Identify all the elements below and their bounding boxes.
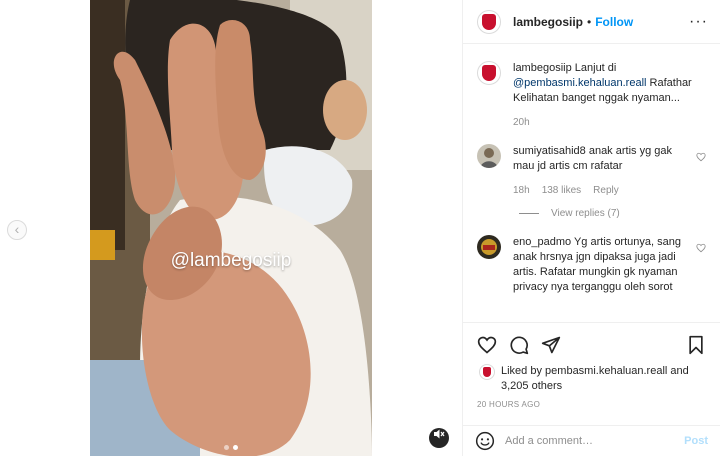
comment-username[interactable]: sumiyatisahid8 bbox=[513, 145, 586, 157]
bookmark-icon[interactable] bbox=[684, 333, 708, 357]
comments-list[interactable]: lambegosiip Lanjut di @pembasmi.kehaluan… bbox=[463, 45, 720, 322]
chevron-left-icon[interactable]: ‹ bbox=[7, 220, 27, 240]
avatar[interactable] bbox=[479, 364, 495, 380]
avatar[interactable] bbox=[477, 235, 501, 259]
avatar[interactable] bbox=[477, 61, 501, 85]
post-button[interactable]: Post bbox=[684, 435, 708, 447]
liked-by-user[interactable]: pembasmi.kehaluan.reall bbox=[545, 365, 667, 377]
comment-time[interactable]: 18h bbox=[513, 183, 530, 198]
heart-icon[interactable] bbox=[475, 333, 499, 357]
comment-icon[interactable] bbox=[507, 333, 531, 357]
header-separator: • bbox=[587, 14, 592, 29]
carousel-dot-active bbox=[233, 445, 238, 450]
caption-time[interactable]: 20h bbox=[513, 115, 530, 130]
caption-username[interactable]: lambegosiip bbox=[513, 62, 572, 74]
avatar[interactable] bbox=[477, 9, 501, 34]
likes-summary: Liked by pembasmi.kehaluan.reall and 3,2… bbox=[479, 364, 708, 394]
add-comment-bar: Post bbox=[463, 425, 720, 456]
comment-item: sumiyatisahid8 anak artis yg gak mau jd … bbox=[477, 144, 706, 198]
comment-input[interactable] bbox=[505, 435, 685, 447]
share-icon[interactable] bbox=[539, 333, 563, 357]
speaker-muted-icon[interactable] bbox=[429, 428, 449, 448]
liked-by-and: and bbox=[670, 365, 689, 377]
media-panel: ‹ @lambegosiip bbox=[0, 0, 463, 456]
emoji-icon[interactable] bbox=[475, 431, 495, 451]
comment-like-heart-icon[interactable] bbox=[696, 152, 706, 165]
caption: lambegosiip Lanjut di @pembasmi.kehaluan… bbox=[477, 61, 706, 130]
post-timestamp[interactable]: 20 HOURS AGO bbox=[477, 400, 540, 409]
post-video[interactable]: @lambegosiip bbox=[90, 0, 372, 456]
comment-username[interactable]: eno_padmo bbox=[513, 236, 571, 248]
reply-button[interactable]: Reply bbox=[593, 183, 619, 198]
comment-item: eno_padmo Yg artis ortunya, sang anak hr… bbox=[477, 235, 706, 295]
carousel-dot bbox=[224, 445, 229, 450]
liked-by-prefix: Liked by bbox=[501, 365, 542, 377]
video-watermark: @lambegosiip bbox=[170, 250, 292, 271]
follow-button[interactable]: Follow bbox=[595, 15, 633, 29]
post-header: lambegosiip • Follow ··· bbox=[463, 0, 720, 44]
liked-by-others[interactable]: 3,205 others bbox=[501, 380, 562, 392]
post-details-panel: lambegosiip • Follow ··· lambegosiip Lan… bbox=[463, 0, 720, 456]
more-options-icon[interactable]: ··· bbox=[689, 13, 708, 29]
comment-like-heart-icon[interactable] bbox=[696, 243, 706, 256]
action-bar bbox=[463, 322, 720, 366]
caption-text-before: Lanjut di bbox=[574, 62, 617, 74]
view-replies-label: View replies (7) bbox=[551, 208, 620, 219]
video-frame-illustration bbox=[90, 0, 372, 456]
caption-mention[interactable]: @pembasmi.kehaluan.reall bbox=[513, 77, 646, 89]
avatar[interactable] bbox=[477, 144, 501, 168]
comment-likes[interactable]: 138 likes bbox=[542, 183, 581, 198]
view-replies-button[interactable]: View replies (7) bbox=[519, 208, 706, 219]
carousel-dots bbox=[224, 445, 238, 450]
header-username[interactable]: lambegosiip bbox=[513, 15, 583, 29]
